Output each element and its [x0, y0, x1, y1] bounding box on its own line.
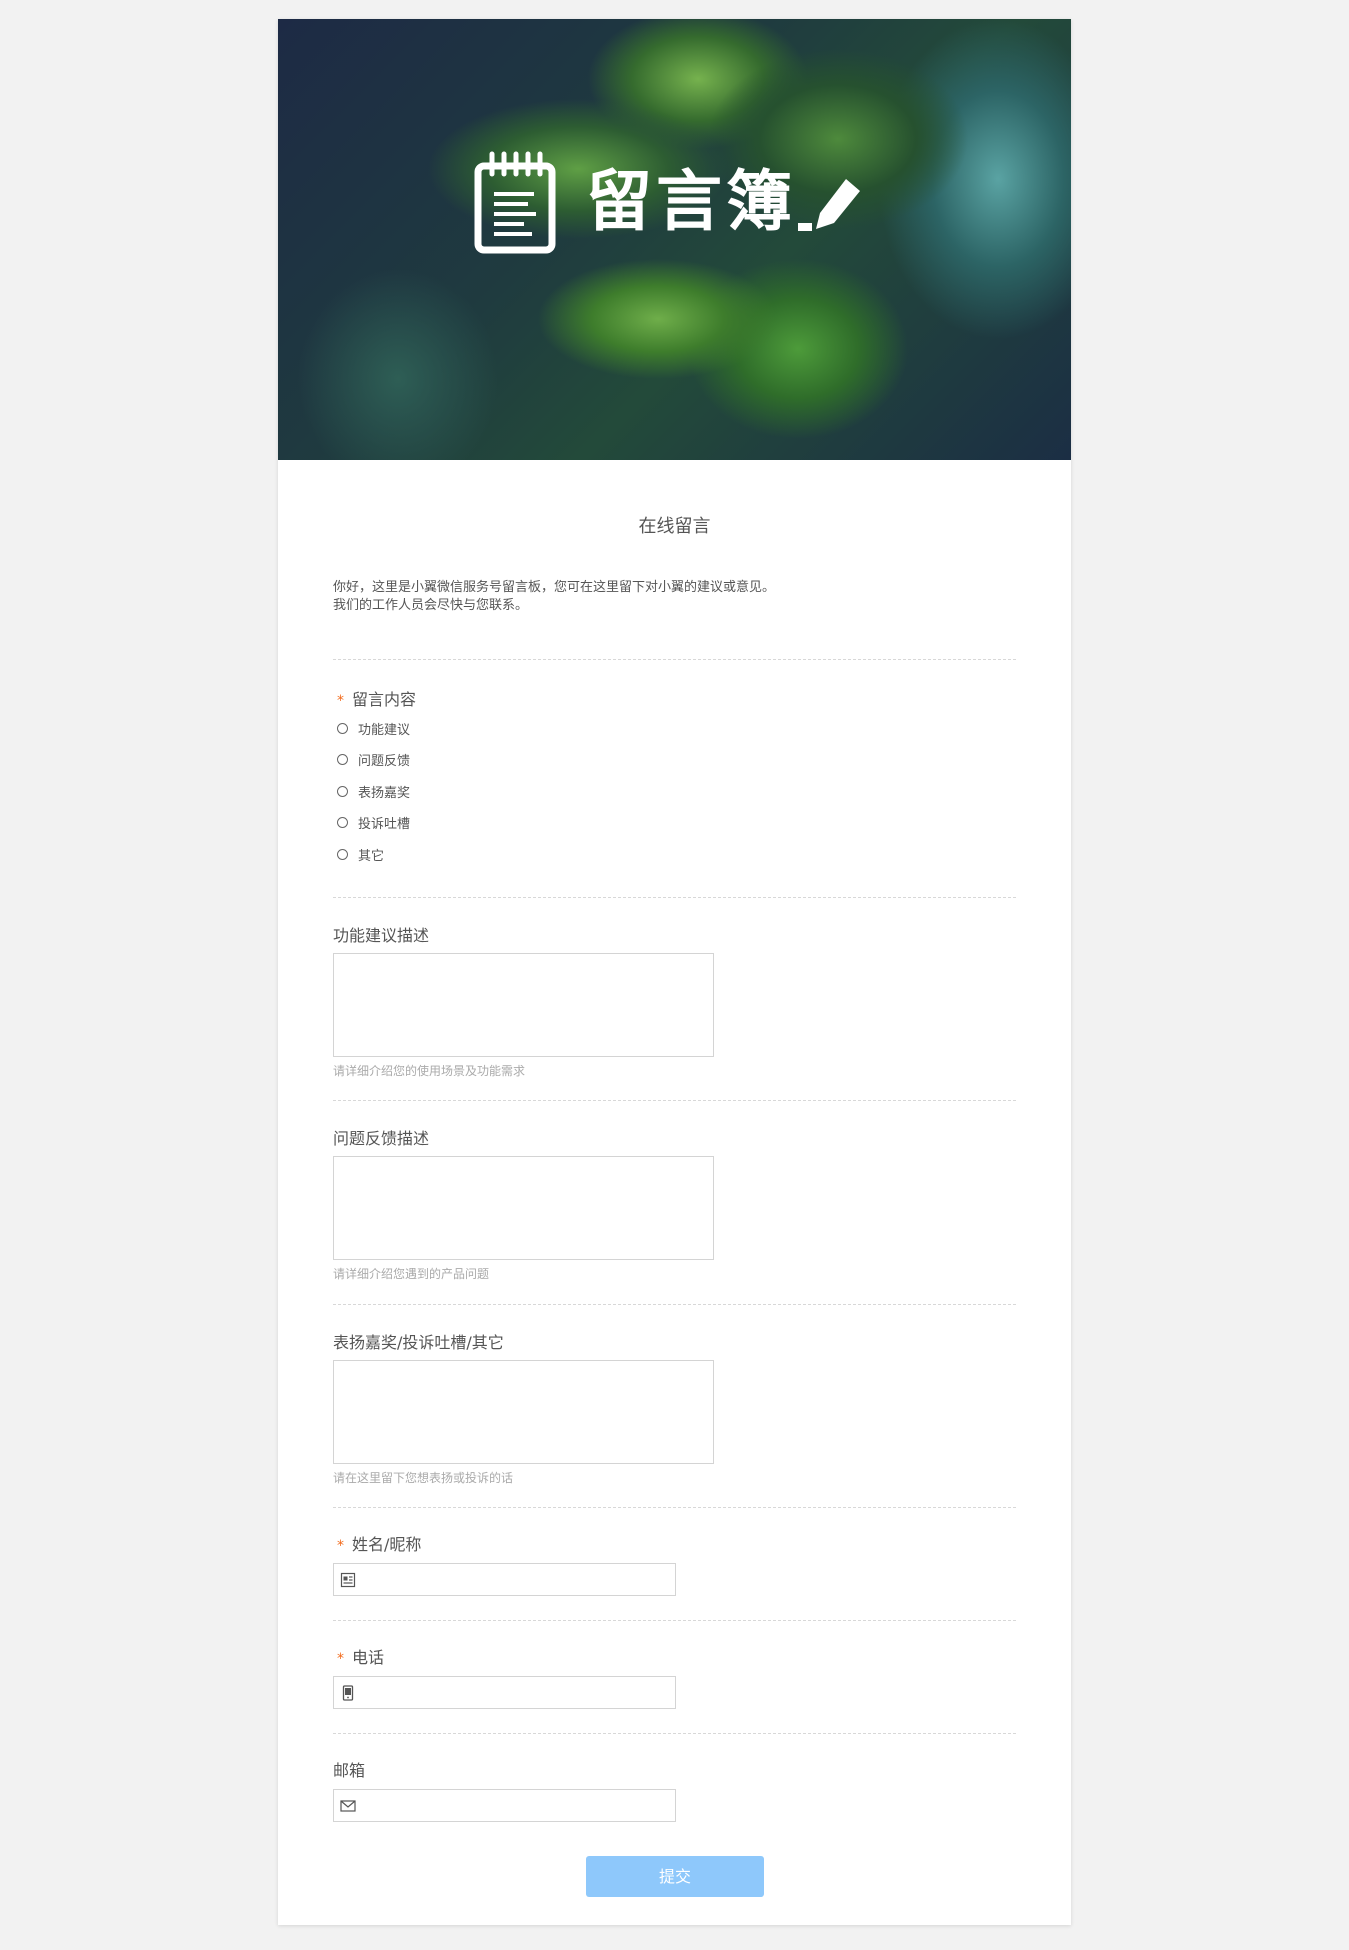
- phone-label: * 电话: [337, 1648, 385, 1667]
- radio-button[interactable]: [337, 817, 348, 828]
- radio-label: 表扬嘉奖: [358, 786, 411, 801]
- feature-desc-textarea[interactable]: [333, 953, 714, 1057]
- required-mark: *: [337, 1538, 344, 1554]
- intro-line-1: 你好，这里是小翼微信服务号留言板，您可在这里留下对小翼的建议或意见。: [333, 580, 776, 595]
- mail-icon: [340, 1800, 356, 1812]
- message-type-label: * 留言内容: [337, 690, 417, 709]
- radio-option-praise[interactable]: 表扬嘉奖: [337, 782, 410, 801]
- section-divider: [333, 1620, 1016, 1621]
- radio-label: 问题反馈: [358, 754, 411, 769]
- feature-desc-label: 功能建议描述: [333, 926, 430, 945]
- banner-image: 留言簿: [278, 19, 1071, 460]
- form-card: 留言簿 在线留言 你好，这里是小翼微信服务号留言板，您可在这里留下对小翼的建议或…: [278, 19, 1071, 1925]
- feature-desc-hint: 请详细介绍您的使用场景及功能需求: [333, 1064, 526, 1078]
- radio-label: 其它: [358, 849, 385, 864]
- pen-icon: [798, 179, 860, 231]
- required-mark: *: [337, 1651, 344, 1667]
- radio-button[interactable]: [337, 849, 348, 860]
- section-divider: [333, 1507, 1016, 1508]
- radio-button[interactable]: [337, 723, 348, 734]
- section-divider: [333, 1733, 1016, 1734]
- name-label: * 姓名/昵称: [337, 1535, 422, 1554]
- submit-button[interactable]: 提交: [586, 1856, 764, 1897]
- radio-label: 投诉吐槽: [358, 817, 411, 832]
- radio-option-other[interactable]: 其它: [337, 845, 384, 864]
- section-divider: [333, 659, 1016, 660]
- banner-title: 留言簿: [586, 163, 796, 240]
- phone-icon: [342, 1685, 354, 1701]
- other-desc-label: 表扬嘉奖/投诉吐槽/其它: [333, 1333, 504, 1352]
- phone-input[interactable]: [333, 1676, 676, 1709]
- issue-desc-textarea[interactable]: [333, 1156, 714, 1260]
- other-desc-hint: 请在这里留下您想表扬或投诉的话: [333, 1471, 514, 1485]
- name-input[interactable]: [333, 1563, 676, 1596]
- issue-desc-label: 问题反馈描述: [333, 1129, 430, 1148]
- email-label: 邮箱: [333, 1761, 366, 1780]
- radio-option-issue[interactable]: 问题反馈: [337, 750, 410, 769]
- intro-text: 你好，这里是小翼微信服务号留言板，您可在这里留下对小翼的建议或意见。 我们的工作…: [333, 579, 1033, 615]
- intro-line-2: 我们的工作人员会尽快与您联系。: [333, 598, 529, 613]
- section-divider: [333, 897, 1016, 898]
- form-title: 在线留言: [638, 516, 711, 537]
- radio-option-complaint[interactable]: 投诉吐槽: [337, 813, 410, 832]
- issue-desc-hint: 请详细介绍您遇到的产品问题: [333, 1267, 490, 1281]
- radio-option-feature[interactable]: 功能建议: [337, 719, 410, 738]
- required-mark: *: [337, 693, 344, 709]
- radio-label: 功能建议: [358, 723, 411, 738]
- other-desc-textarea[interactable]: [333, 1360, 714, 1464]
- radio-button[interactable]: [337, 786, 348, 797]
- notepad-icon: [474, 151, 556, 254]
- section-divider: [333, 1304, 1016, 1305]
- email-input[interactable]: [333, 1789, 676, 1822]
- section-divider: [333, 1100, 1016, 1101]
- radio-button[interactable]: [337, 754, 348, 765]
- banner-logo: 留言簿: [474, 150, 862, 254]
- id-card-icon: [340, 1572, 356, 1588]
